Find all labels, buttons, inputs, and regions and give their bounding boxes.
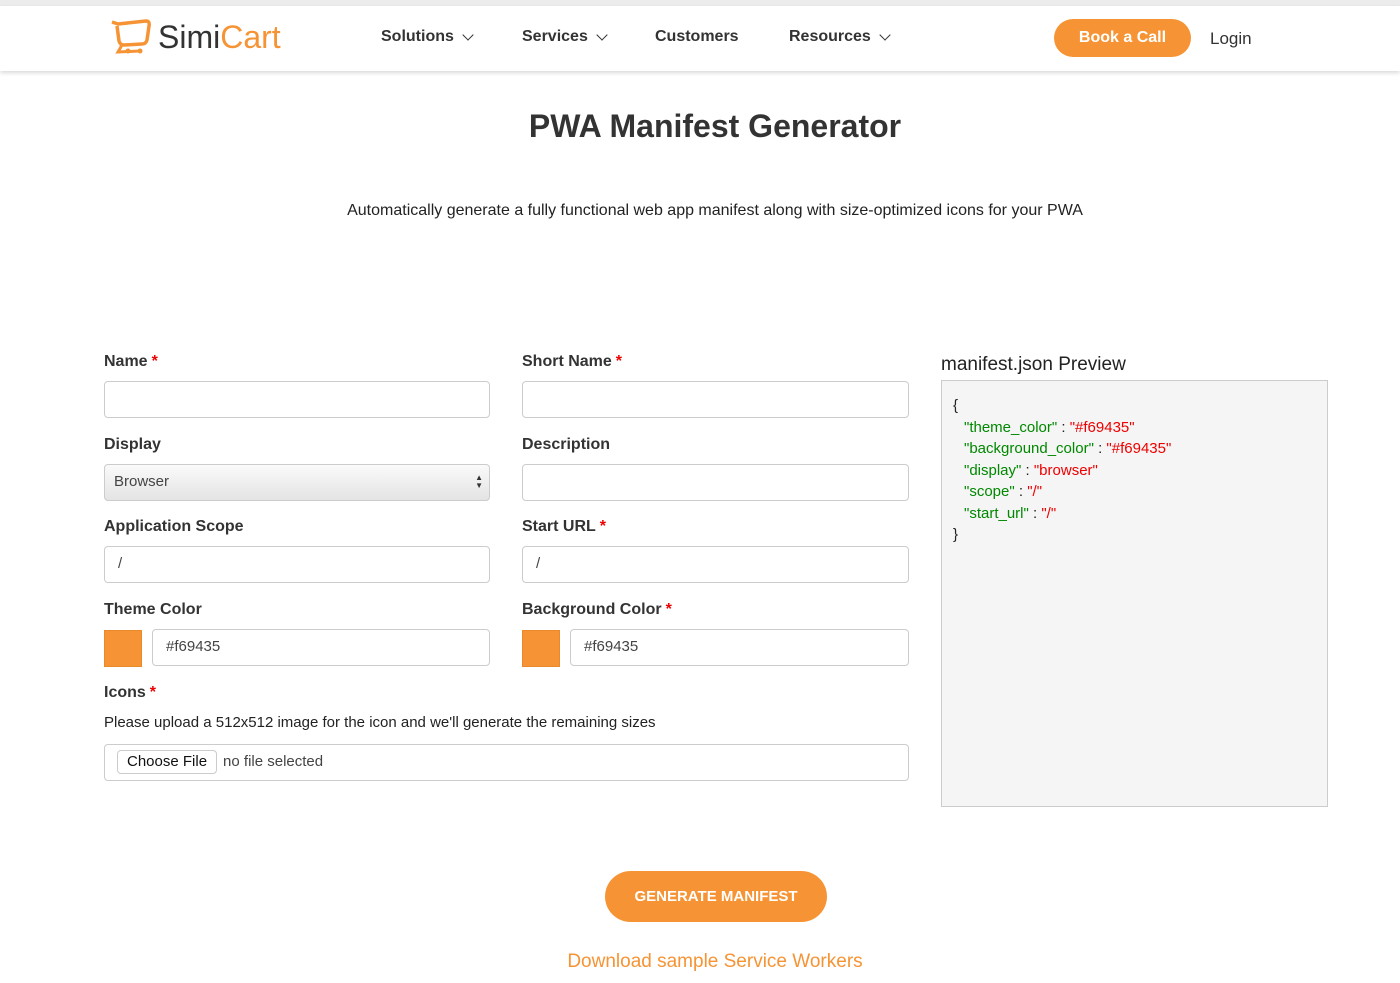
site-header: Simi Cart Solutions Services Customers Re… <box>0 6 1400 71</box>
nav-label: Customers <box>655 28 739 45</box>
book-a-call-button[interactable]: Book a Call <box>1054 19 1191 57</box>
generate-manifest-button[interactable]: GENERATE MANIFEST <box>605 871 827 922</box>
description-input[interactable] <box>522 464 909 501</box>
display-label: Display <box>104 436 161 453</box>
nav-services[interactable]: Services <box>522 28 608 46</box>
short-name-input[interactable] <box>522 381 909 418</box>
json-line: "display" : "browser" <box>964 461 1098 479</box>
start-url-label: Start URL * <box>522 518 607 535</box>
login-link[interactable]: Login <box>1210 29 1252 49</box>
nav-label: Services <box>522 28 588 45</box>
icon-file-input[interactable]: Choose File no file selected <box>104 744 909 781</box>
description-label: Description <box>522 436 611 453</box>
icons-label: Icons * <box>104 684 157 701</box>
json-close-brace: } <box>953 526 959 543</box>
nav-label: Resources <box>789 28 871 45</box>
page-title: PWA Manifest Generator <box>528 108 902 144</box>
nav-solutions[interactable]: Solutions <box>381 28 474 46</box>
icons-help-text: Please upload a 512x512 image for the ic… <box>104 714 656 731</box>
display-selected-value: Browser <box>114 473 170 490</box>
theme-color-label: Theme Color <box>104 601 202 618</box>
manifest-preview: { "theme_color" : "#f69435" "background_c… <box>941 380 1328 807</box>
background-color-input[interactable]: #f69435 <box>570 629 909 666</box>
start-url-input[interactable]: / <box>522 546 909 583</box>
chevron-down-icon <box>879 28 891 41</box>
simicart-logo[interactable]: Simi Cart <box>110 18 281 56</box>
json-line: "start_url" : "/" <box>964 504 1057 522</box>
name-input[interactable] <box>104 381 490 418</box>
json-open-brace: { <box>953 397 959 414</box>
chevron-down-icon <box>462 28 474 41</box>
json-line: "background_color" : "#f69435" <box>964 440 1172 457</box>
logo-text-cart: Cart <box>220 18 281 55</box>
scope-label: Application Scope <box>104 518 244 535</box>
background-color-swatch[interactable] <box>522 630 560 667</box>
nav-resources[interactable]: Resources <box>789 28 891 46</box>
name-label: Name * <box>104 353 158 370</box>
json-line: "scope" : "/" <box>964 483 1043 500</box>
json-line: "theme_color" : "#f69435" <box>964 418 1135 436</box>
theme-color-swatch[interactable] <box>104 630 142 667</box>
chevron-down-icon <box>596 28 608 41</box>
display-select[interactable]: Browser ▲ ▼ <box>104 464 490 501</box>
scope-input[interactable]: / <box>104 546 490 583</box>
select-arrows-icon: ▲ ▼ <box>475 473 483 490</box>
nav-customers[interactable]: Customers <box>655 28 739 46</box>
page-subtitle: Automatically generate a fully functiona… <box>347 202 1083 219</box>
cart-icon <box>111 19 151 54</box>
logo-text-simi: Simi <box>158 18 221 55</box>
nav-label: Solutions <box>381 28 454 45</box>
choose-file-button[interactable]: Choose File <box>117 750 218 774</box>
download-service-workers-link[interactable]: Download sample Service Workers <box>0 951 1400 973</box>
short-name-label: Short Name * <box>522 353 623 370</box>
file-status: no file selected <box>223 753 324 770</box>
background-color-label: Background Color * <box>522 601 672 618</box>
preview-title: manifest.json Preview <box>941 354 1126 375</box>
theme-color-input[interactable]: #f69435 <box>152 629 490 666</box>
